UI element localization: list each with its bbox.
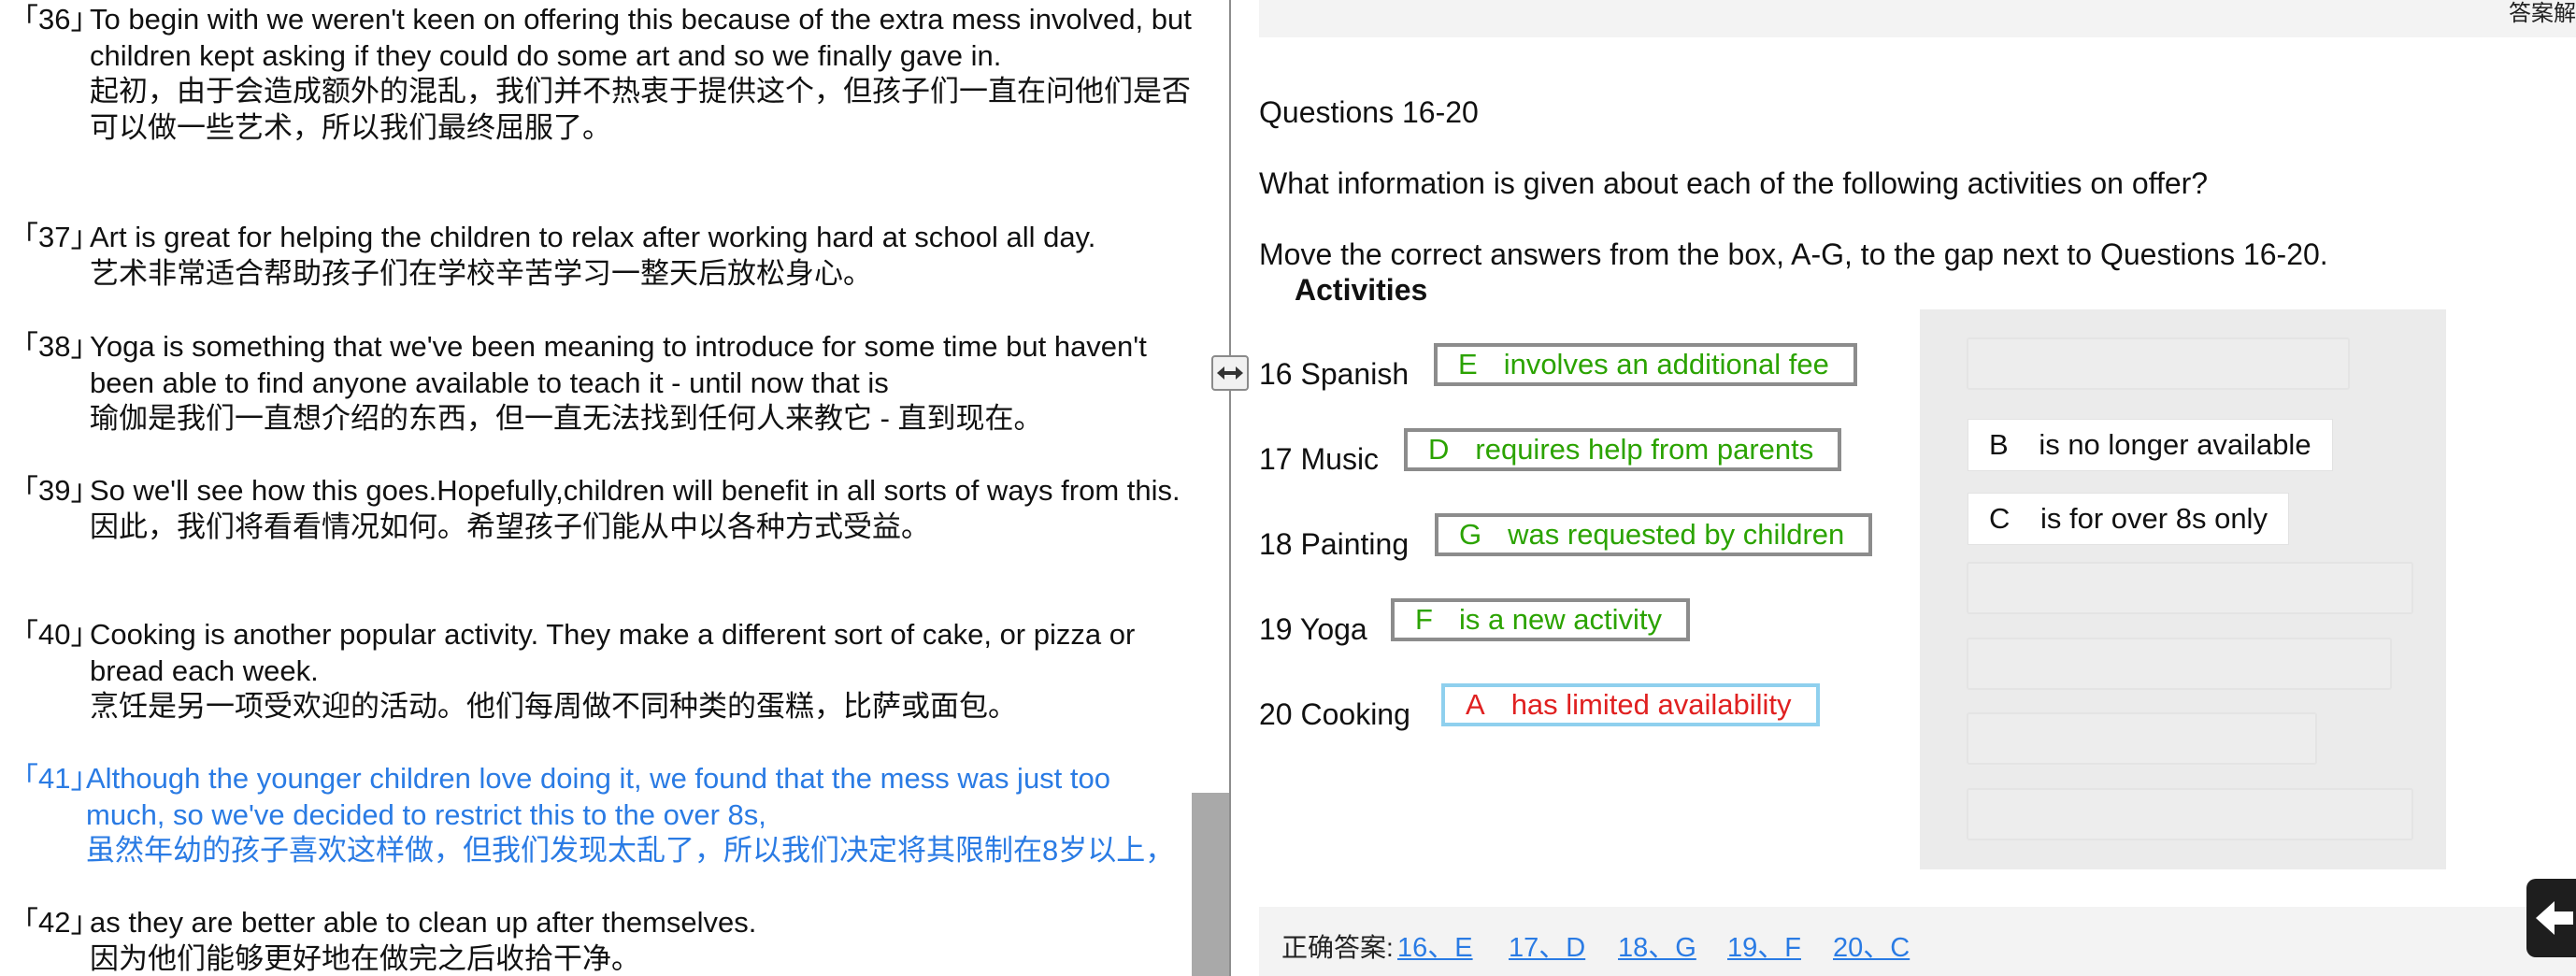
option-C[interactable]: C is for over 8s only — [1968, 494, 2288, 544]
answer-letter: A — [1466, 688, 1485, 721]
transcript-english: To begin with we weren't keen on offerin… — [90, 3, 1192, 72]
transcript-chinese: 瑜伽是我们一直想介绍的东西，但一直无法找到任何人来教它 - 直到现在。 — [90, 402, 1043, 435]
answer-analysis-tab[interactable]: 答案解 — [2509, 0, 2576, 27]
transcript-english: Cooking is another popular activity. The… — [90, 618, 1136, 687]
answer-text: requires help from parents — [1475, 433, 1814, 466]
transcript-chinese: 艺术非常适合帮助孩子们在学校辛苦学习一整天后放松身心。 — [90, 256, 872, 290]
answer-link-16[interactable]: 16、E — [1397, 926, 1473, 965]
answer-text: was requested by children — [1508, 518, 1845, 551]
transcript-number: 「40」 — [9, 618, 100, 651]
transcript-chinese: 因为他们能够更好地在做完之后收拾干净。 — [90, 941, 640, 975]
option-letter: B — [1989, 428, 2009, 461]
transcript-number: 「36」 — [9, 3, 100, 36]
answer-letter: E — [1458, 348, 1478, 380]
question-instruction: Move the correct answers from the box, A… — [1259, 237, 2328, 271]
correct-answers-label: 正确答案: — [1281, 933, 1394, 962]
back-button[interactable] — [2526, 879, 2576, 957]
option-slot-empty — [1967, 788, 2413, 840]
answer-link-20[interactable]: 20、C — [1833, 926, 1910, 965]
transcript-english: So we'll see how this goes.Hopefully,chi… — [90, 474, 1181, 507]
transcript-chinese: 虽然年幼的孩子喜欢这样做，但我们发现太乱了，所以我们决定将其限制在8岁以上， — [86, 834, 1175, 867]
option-text: is no longer available — [2039, 428, 2311, 461]
transcript-item-37[interactable]: 「37」 Art is great for helping the childr… — [9, 220, 1196, 292]
option-slot-empty — [1967, 562, 2413, 614]
transcript-english: Although the younger children love doing… — [86, 762, 1111, 831]
question-panel: 答案解 Questions 16-20 What information is … — [1231, 0, 2576, 976]
answer-gap-17[interactable]: D requires help from parents — [1404, 428, 1842, 471]
arrow-left-icon — [2536, 901, 2573, 935]
transcript-chinese: 起初，由于会造成额外的混乱，我们并不热衷于提供这个，但孩子们一直在问他们是否可以… — [90, 75, 1191, 144]
answer-letter: F — [1415, 603, 1433, 636]
transcript-item-38[interactable]: 「38」 Yoga is something that we've been m… — [9, 329, 1196, 438]
question-prompt: What information is given about each of … — [1259, 166, 2209, 200]
transcript-english: Yoga is something that we've been meanin… — [90, 330, 1147, 399]
option-slot-empty — [1967, 337, 2350, 390]
answer-text: involves an additional fee — [1503, 348, 1829, 380]
transcript-number: 「39」 — [9, 474, 100, 507]
question-label-20: 20 Cooking — [1259, 697, 1410, 731]
top-bar: 答案解 — [1259, 0, 2576, 37]
question-label-18: 18 Painting — [1259, 527, 1410, 561]
transcript-english: Art is great for helping the children to… — [90, 221, 1096, 253]
answer-letter: D — [1428, 433, 1450, 466]
option-B[interactable]: B is no longer available — [1968, 420, 2332, 470]
answer-gap-20[interactable]: A has limited availability — [1441, 683, 1820, 726]
activities-title: Activities — [1295, 273, 1428, 307]
transcript-number: 「38」 — [9, 330, 100, 363]
question-label-17: 17 Music — [1259, 442, 1380, 476]
option-slot-empty — [1967, 712, 2317, 765]
answer-link-17[interactable]: 17、D — [1509, 926, 1585, 965]
answer-text: is a new activity — [1458, 603, 1663, 636]
answer-letter: G — [1459, 518, 1482, 551]
transcript-item-41-active[interactable]: 「41」 Although the younger children love … — [9, 761, 1196, 869]
option-letter: C — [1989, 502, 2011, 535]
transcript-chinese: 烹饪是另一项受欢迎的活动。他们每周做不同种类的蛋糕，比萨或面包。 — [90, 690, 1017, 723]
option-slot-empty — [1967, 638, 2392, 690]
transcript-number: 「37」 — [9, 221, 100, 253]
answer-link-19[interactable]: 19、F — [1727, 926, 1801, 965]
answer-gap-18[interactable]: G was requested by children — [1435, 513, 1873, 556]
option-text: is for over 8s only — [2040, 502, 2268, 535]
transcript-item-36[interactable]: 「36」 To begin with we weren't keen on of… — [9, 2, 1196, 146]
transcript-english: as they are better able to clean up afte… — [90, 906, 757, 939]
transcript-panel: 「36」 To begin with we weren't keen on of… — [0, 0, 1229, 976]
answer-text: has limited availability — [1510, 688, 1792, 721]
transcript-number: 「41」 — [9, 762, 100, 795]
question-label-19: 19 Yoga — [1259, 612, 1367, 646]
options-box: B is no longer available C is for over 8… — [1920, 309, 2446, 869]
answer-link-18[interactable]: 18、G — [1618, 926, 1696, 965]
transcript-chinese: 因此，我们将看看情况如何。希望孩子们能从中以各种方式受益。 — [90, 510, 930, 543]
question-label-16: 16 Spanish — [1259, 357, 1410, 391]
transcript-item-40[interactable]: 「40」 Cooking is another popular activity… — [9, 617, 1196, 725]
answer-gap-19[interactable]: F is a new activity — [1391, 598, 1691, 641]
answer-gap-16[interactable]: E involves an additional fee — [1434, 343, 1857, 386]
transcript-item-39[interactable]: 「39」 So we'll see how this goes.Hopefull… — [9, 473, 1196, 545]
correct-answers-bar: 正确答案: 16、E 17、D 18、G 19、F 20、C — [1259, 907, 2576, 976]
question-heading: Questions 16-20 — [1259, 95, 1479, 129]
transcript-item-42[interactable]: 「42」 as they are better able to clean up… — [9, 905, 1196, 976]
scrollbar-thumb[interactable] — [1192, 793, 1229, 976]
transcript-number: 「42」 — [9, 906, 100, 939]
